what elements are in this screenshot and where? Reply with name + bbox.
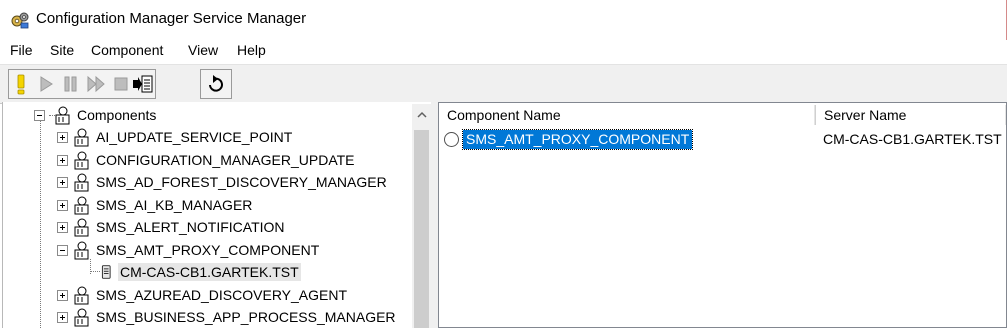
tree-root-components[interactable]: Components [34, 104, 158, 126]
tree-item-label: SMS_AI_KB_MANAGER [96, 197, 253, 213]
column-header-server-name[interactable]: Server Name [815, 105, 1006, 125]
tree-item[interactable]: SMS_BUSINESS_APP_PROCESS_MANAGER [57, 306, 398, 328]
tree-item-label: AI_UPDATE_SERVICE_POINT [96, 129, 293, 145]
stop-button[interactable] [109, 70, 133, 98]
expand-icon[interactable] [57, 154, 68, 166]
toolbar-group-control [8, 69, 156, 99]
server-icon [101, 265, 111, 279]
component-icon [74, 151, 89, 170]
tree-scrollbar[interactable] [412, 104, 431, 328]
logging-button[interactable] [131, 70, 155, 98]
menu-view[interactable]: View [188, 42, 218, 58]
start-button[interactable] [34, 70, 58, 98]
pane-splitter[interactable] [431, 102, 438, 328]
pause-button[interactable] [59, 70, 83, 98]
component-icon [74, 308, 89, 327]
exclamation-icon [17, 74, 25, 95]
scroll-up-button[interactable] [412, 106, 431, 124]
tree-item-label: SMS_AZUREAD_DISCOVERY_AGENT [96, 287, 348, 303]
stop-icon [114, 77, 128, 91]
tree-connector [90, 271, 100, 272]
query-button[interactable] [9, 70, 33, 98]
cell-component-name: SMS_AMT_PROXY_COMPONENT [461, 129, 694, 150]
tree-item[interactable]: SMS_AI_KB_MANAGER [57, 194, 254, 216]
play-icon [40, 76, 53, 92]
tree-item[interactable]: SMS_AZUREAD_DISCOVERY_AGENT [57, 284, 349, 306]
toolbar [0, 64, 1007, 104]
component-icon [74, 173, 89, 192]
tree-item-label: SMS_BUSINESS_APP_PROCESS_MANAGER [96, 309, 396, 325]
tree-item[interactable]: SMS_ALERT_NOTIFICATION [57, 216, 287, 238]
menu-file[interactable]: File [10, 42, 33, 58]
tree-item-label: SMS_AMT_PROXY_COMPONENT [96, 242, 320, 258]
tree-item-expanded[interactable]: SMS_AMT_PROXY_COMPONENT [57, 239, 321, 261]
component-icon [74, 218, 89, 237]
menu-component[interactable]: Component [91, 42, 163, 58]
tree-connector [40, 120, 41, 328]
component-icon [74, 196, 89, 215]
menu-help[interactable]: Help [237, 42, 266, 58]
resume-button[interactable] [84, 70, 108, 98]
expand-icon[interactable] [57, 289, 68, 301]
expand-icon[interactable] [57, 176, 68, 188]
expand-icon[interactable] [57, 221, 68, 233]
pause-icon [64, 76, 77, 92]
refresh-icon [209, 75, 223, 92]
tree-server-label: CM-CAS-CB1.GARTEK.TST [118, 263, 301, 281]
tree-item[interactable]: SMS_AD_FOREST_DISCOVERY_MANAGER [57, 171, 389, 193]
expand-icon[interactable] [57, 199, 68, 211]
tree-item-label: SMS_ALERT_NOTIFICATION [96, 219, 285, 235]
menu-site[interactable]: Site [50, 42, 74, 58]
component-icon [74, 128, 89, 147]
list-header: Component Name Server Name [439, 105, 1006, 125]
gears-icon [11, 12, 29, 29]
status-circle-icon [444, 132, 459, 147]
chevron-up-icon [416, 111, 427, 118]
component-tree[interactable]: Components AI_UPDATE_SERVICE_POINT CONFI… [2, 102, 432, 328]
expand-icon[interactable] [57, 311, 68, 323]
title-bar: Configuration Manager Service Manager [0, 0, 1007, 38]
tree-item[interactable]: AI_UPDATE_SERVICE_POINT [57, 126, 294, 148]
fast-forward-icon [87, 75, 105, 93]
component-icon [74, 241, 89, 260]
tree-item-label: SMS_AD_FOREST_DISCOVERY_MANAGER [96, 174, 387, 190]
cell-server-name: CM-CAS-CB1.GARTEK.TST [823, 131, 1002, 147]
expand-icon[interactable] [57, 131, 68, 143]
column-header-component-name[interactable]: Component Name [439, 105, 815, 125]
component-list[interactable]: Component Name Server Name SMS_AMT_PROXY… [438, 102, 1007, 328]
toolbar-group-refresh [200, 69, 232, 99]
tree-item[interactable]: CONFIGURATION_MANAGER_UPDATE [57, 149, 357, 171]
list-row[interactable]: SMS_AMT_PROXY_COMPONENT CM-CAS-CB1.GARTE… [439, 129, 1006, 151]
log-document-icon [133, 75, 153, 93]
tree-root-label: Components [77, 107, 157, 123]
component-icon [74, 286, 89, 305]
tree-item-label: CONFIGURATION_MANAGER_UPDATE [96, 152, 355, 168]
window-title: Configuration Manager Service Manager [36, 10, 307, 27]
component-icon [55, 106, 70, 125]
tree-server-node[interactable]: CM-CAS-CB1.GARTEK.TST [100, 261, 301, 283]
scroll-thumb[interactable] [414, 130, 429, 328]
menu-bar: File Site Component View Help [0, 40, 1007, 64]
refresh-button[interactable] [204, 70, 228, 98]
collapse-icon[interactable] [34, 109, 45, 121]
collapse-icon[interactable] [57, 244, 68, 256]
